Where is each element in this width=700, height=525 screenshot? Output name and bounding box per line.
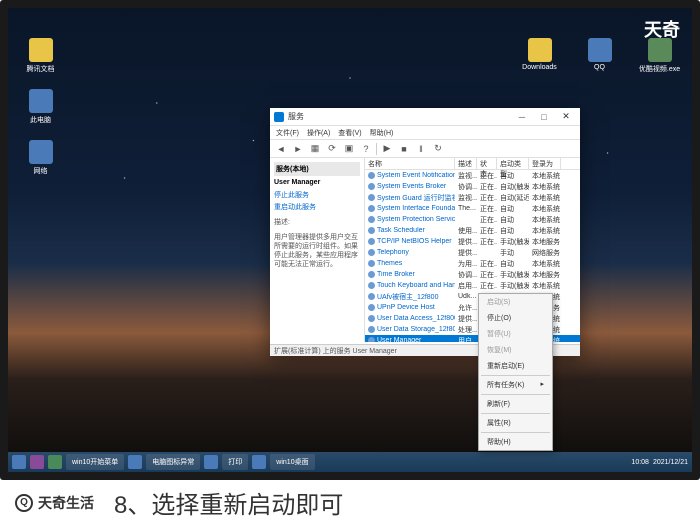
start-button[interactable] bbox=[12, 455, 26, 469]
refresh-button[interactable]: ⟳ bbox=[325, 142, 339, 156]
col-header[interactable]: 状态 bbox=[477, 158, 497, 169]
folder-icon bbox=[528, 38, 552, 62]
context-menu-item[interactable]: 所有任务(K)▸ bbox=[479, 377, 552, 393]
context-menu: 启动(S)停止(O)暂停(U)恢复(M)重新启动(E) 所有任务(K)▸ 刷新(F)… bbox=[478, 293, 553, 451]
service-row[interactable]: Task Scheduler使用...正在...自动本地系统 bbox=[365, 225, 580, 236]
col-header[interactable]: 登录为 bbox=[529, 158, 561, 169]
desktop-wallpaper: 天奇 腾讯文档 此电脑 网络 Downloads QQ 优酷视频.exe 服务 … bbox=[8, 8, 692, 472]
description-label: 描述: bbox=[274, 218, 360, 227]
desktop-icon[interactable]: 此电脑 bbox=[18, 89, 63, 125]
stop-link[interactable]: 停止此服务 bbox=[274, 190, 360, 200]
desktop-icons-right: Downloads QQ 优酷视频.exe bbox=[517, 38, 682, 74]
menu-help[interactable]: 帮助(H) bbox=[370, 128, 394, 138]
taskbar-icon[interactable] bbox=[204, 455, 218, 469]
forward-button[interactable]: ► bbox=[291, 142, 305, 156]
menubar: 文件(F) 操作(A) 查看(V) 帮助(H) bbox=[270, 126, 580, 140]
service-row[interactable]: Telephony提供...手动网络服务 bbox=[365, 247, 580, 258]
logo-icon: Q bbox=[15, 494, 33, 512]
back-button[interactable]: ◄ bbox=[274, 142, 288, 156]
desktop-icon[interactable]: 腾讯文档 bbox=[18, 38, 63, 74]
toolbar: ◄ ► ▦ ⟳ ▣ ? ▶ ■ ‖ ↻ bbox=[270, 140, 580, 158]
context-menu-item[interactable]: 停止(O) bbox=[479, 310, 552, 326]
service-row[interactable]: System Guard 运行时监视器监视...正在...自动(延迟...本地系… bbox=[365, 192, 580, 203]
toolbar-icon[interactable]: ▣ bbox=[342, 142, 356, 156]
col-header[interactable]: 启动类型 bbox=[497, 158, 529, 169]
service-row[interactable]: TCP/IP NetBIOS Helper提供...正在...手动(触发...本… bbox=[365, 236, 580, 247]
taskbar-item[interactable]: 打印 bbox=[222, 454, 248, 470]
taskbar-icon[interactable] bbox=[30, 455, 44, 469]
window-title: 服务 bbox=[288, 111, 512, 122]
stop-button[interactable]: ■ bbox=[397, 142, 411, 156]
context-menu-item[interactable]: 重新启动(E) bbox=[479, 358, 552, 374]
maximize-button[interactable]: □ bbox=[534, 110, 554, 124]
taskbar-icon[interactable] bbox=[48, 455, 62, 469]
service-row[interactable]: System Protection Service正在...自动本地系统 bbox=[365, 214, 580, 225]
taskbar-icon[interactable] bbox=[128, 455, 142, 469]
service-row[interactable]: System Interface Foundati...The...正在...自… bbox=[365, 203, 580, 214]
pc-icon bbox=[29, 89, 53, 113]
context-menu-item[interactable]: 帮助(H) bbox=[479, 434, 552, 450]
menu-view[interactable]: 查看(V) bbox=[338, 128, 361, 138]
menu-file[interactable]: 文件(F) bbox=[276, 128, 299, 138]
app-icon bbox=[648, 38, 672, 62]
brand-logo: Q 天奇生活 bbox=[15, 493, 94, 513]
restart-link[interactable]: 重启动此服务 bbox=[274, 202, 360, 212]
desktop-icon[interactable]: 优酷视频.exe bbox=[637, 38, 682, 74]
network-icon bbox=[29, 140, 53, 164]
pane-title: 服务(本地) bbox=[274, 162, 360, 176]
help-button[interactable]: ? bbox=[359, 142, 373, 156]
taskbar-item[interactable]: win10开始菜单 bbox=[66, 454, 124, 470]
folder-icon bbox=[29, 38, 53, 62]
restart-button[interactable]: ↻ bbox=[431, 142, 445, 156]
list-header: 名称 描述 状态 启动类型 登录为 bbox=[365, 158, 580, 170]
menu-action[interactable]: 操作(A) bbox=[307, 128, 330, 138]
desktop-icon[interactable]: QQ bbox=[577, 38, 622, 74]
caption-text: 8、选择重新启动即可 bbox=[114, 485, 343, 520]
toolbar-icon[interactable]: ▦ bbox=[308, 142, 322, 156]
service-row[interactable]: Time Broker协调...正在...手动(触发...本地服务 bbox=[365, 269, 580, 280]
context-menu-item: 暂停(U) bbox=[479, 326, 552, 342]
col-header[interactable]: 描述 bbox=[455, 158, 477, 169]
qq-icon bbox=[588, 38, 612, 62]
start-button[interactable]: ▶ bbox=[380, 142, 394, 156]
context-menu-item: 启动(S) bbox=[479, 294, 552, 310]
context-menu-item[interactable]: 属性(R) bbox=[479, 415, 552, 431]
taskbar-icon[interactable] bbox=[252, 455, 266, 469]
taskbar-item[interactable]: 电脑图标异常 bbox=[146, 454, 200, 470]
minimize-button[interactable]: ─ bbox=[512, 110, 532, 124]
service-row[interactable]: System Events Broker协调...正在...自动(触发...本地… bbox=[365, 181, 580, 192]
monitor-frame: 天奇 腾讯文档 此电脑 网络 Downloads QQ 优酷视频.exe 服务 … bbox=[0, 0, 700, 480]
app-icon bbox=[274, 112, 284, 122]
taskbar: win10开始菜单 电脑图标异常 打印 win10桌面 10:08 2021/1… bbox=[8, 452, 692, 472]
system-tray[interactable]: 10:08 2021/12/21 bbox=[631, 459, 688, 466]
caption-bar: Q 天奇生活 8、选择重新启动即可 bbox=[0, 480, 700, 525]
desktop-icon[interactable]: Downloads bbox=[517, 38, 562, 74]
description-text: 用户管理器提供多用户交互所需要的运行时组件。如果停止此服务，某些应用程序可能无法… bbox=[274, 233, 360, 269]
context-menu-item[interactable]: 刷新(F) bbox=[479, 396, 552, 412]
titlebar[interactable]: 服务 ─ □ ✕ bbox=[270, 108, 580, 126]
service-row[interactable]: System Event Notification...监视...正在...自动… bbox=[365, 170, 580, 181]
taskbar-item[interactable]: win10桌面 bbox=[270, 454, 314, 470]
close-button[interactable]: ✕ bbox=[556, 110, 576, 124]
context-menu-item: 恢复(M) bbox=[479, 342, 552, 358]
desktop-icons-left: 腾讯文档 此电脑 网络 bbox=[18, 38, 63, 176]
col-header[interactable]: 名称 bbox=[365, 158, 455, 169]
service-row[interactable]: Themes为用...正在...自动本地系统 bbox=[365, 258, 580, 269]
left-pane: 服务(本地) User Manager 停止此服务 重启动此服务 描述: 用户管… bbox=[270, 158, 365, 342]
service-row[interactable]: Touch Keyboard and Han...启用...正在...手动(触发… bbox=[365, 280, 580, 291]
desktop-icon[interactable]: 网络 bbox=[18, 140, 63, 176]
pause-button[interactable]: ‖ bbox=[414, 142, 428, 156]
selected-service: User Manager bbox=[274, 179, 360, 186]
